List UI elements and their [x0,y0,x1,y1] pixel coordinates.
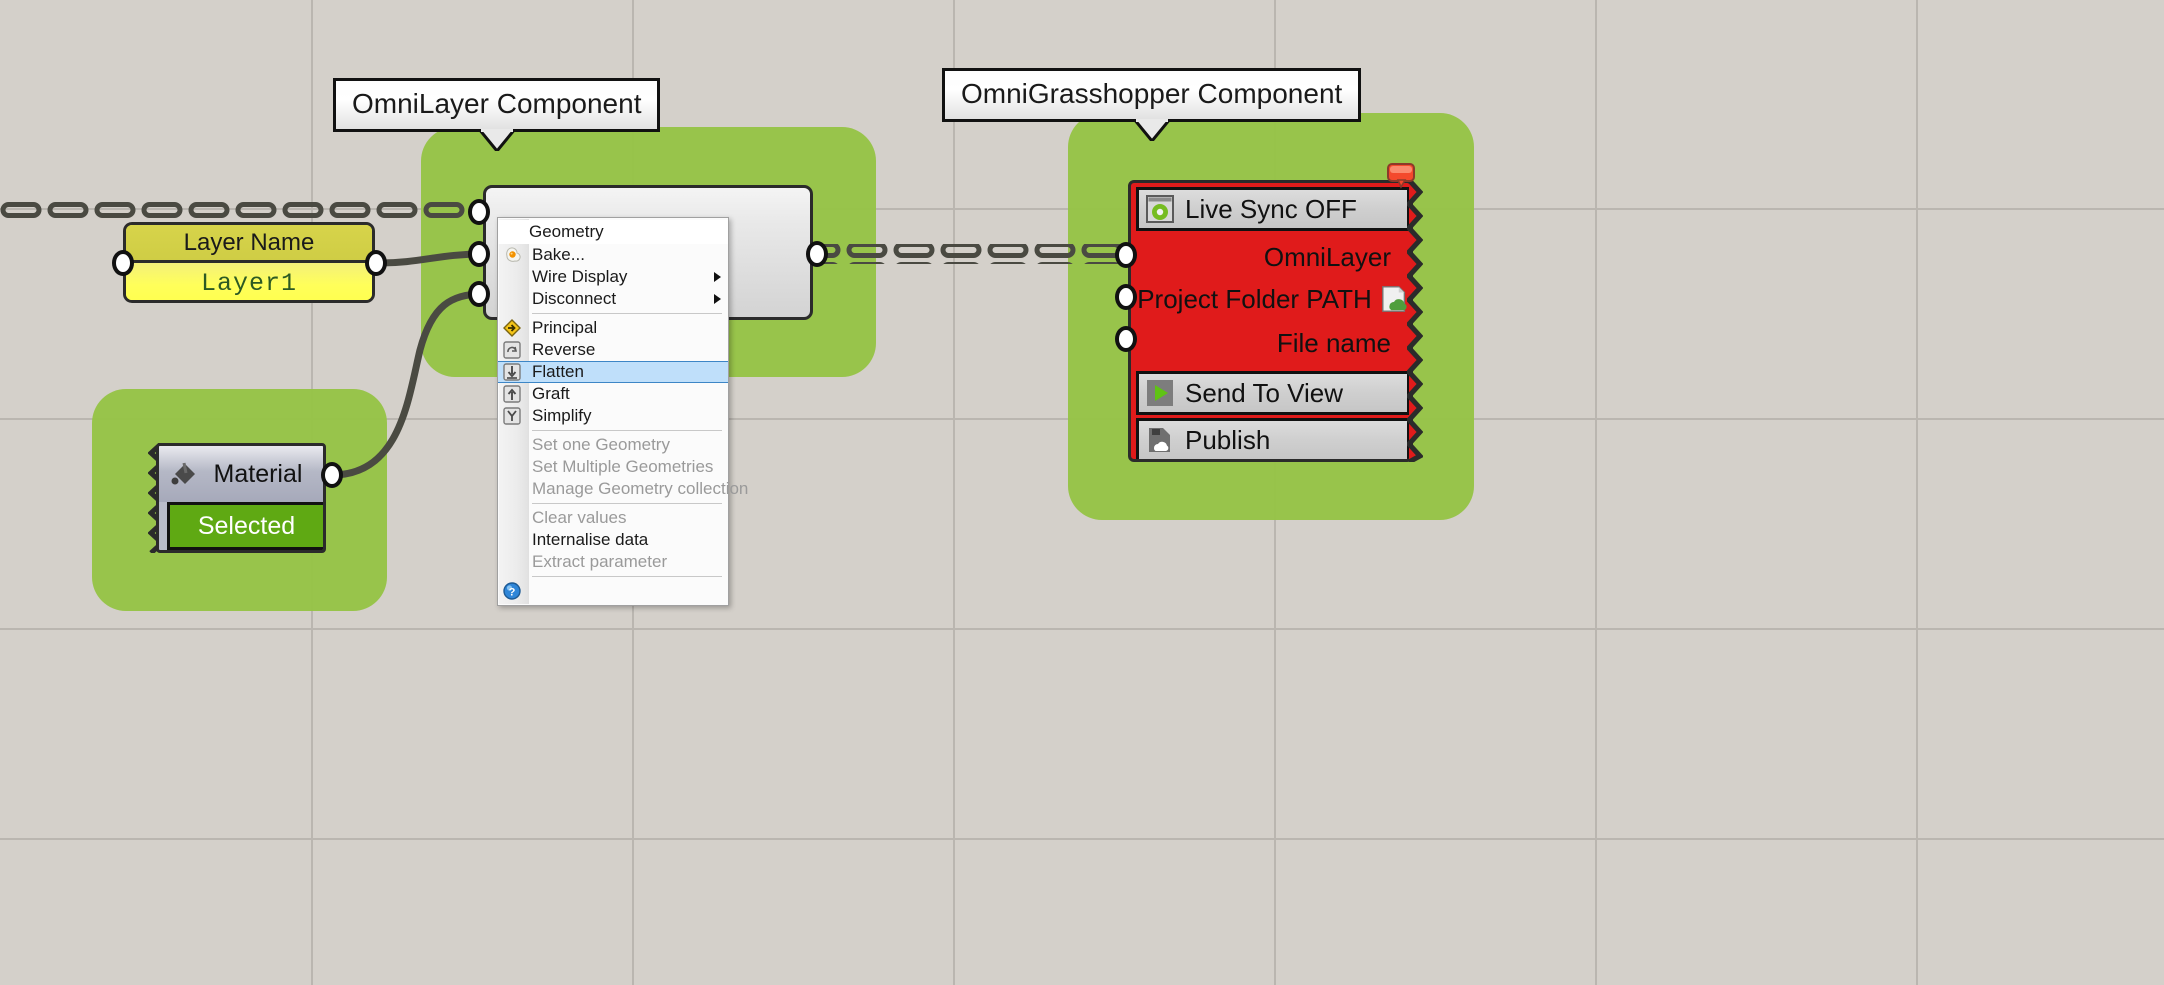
port-layer-name-input[interactable] [112,250,134,276]
port-omnilayer-input-layer[interactable] [468,241,490,267]
menu-item-manage-geometry-collection: Manage Geometry collection [498,478,748,500]
node-material-wrapper: Material Selected [148,443,326,553]
play-icon [1145,378,1175,408]
ogh-row-filename-label: File name [1276,327,1391,358]
menu-item-extract-parameter-label: Extract parameter [532,552,668,571]
live-sync-toggle-icon [1145,194,1175,224]
material-title: Material [213,459,303,488]
menu-item-bake-label: Bake... [532,245,585,264]
material-value[interactable]: Selected [167,502,323,550]
menu-item-flatten[interactable]: Flatten [498,361,728,383]
port-layer-name-output[interactable] [365,250,387,276]
ogh-row-project-folder-path: Project Folder PATH [1131,279,1410,319]
menu-item-graft[interactable]: Graft [498,383,728,405]
layer-name-value[interactable]: Layer1 [126,263,372,300]
menu-item-help[interactable]: ? [498,580,728,602]
simplify-icon [501,405,523,427]
callout-omnigrasshopper-tail [1133,119,1170,142]
menu-item-disconnect[interactable]: Disconnect [498,288,728,310]
menu-item-reverse[interactable]: Reverse [498,339,728,361]
menu-item-internalise-data-label: Internalise data [532,530,649,549]
menu-item-internalise-data[interactable]: Internalise data [498,529,728,551]
wire-dashed-left [0,202,490,222]
menu-item-principal-label: Principal [532,318,598,337]
menu-item-wire-display-label: Wire Display [532,267,628,286]
node-omnigrasshopper-wrapper: Live Sync OFF OmniLayer Project Folder P… [1128,163,1423,462]
menu-item-disconnect-label: Disconnect [532,289,617,308]
menu-item-set-multiple-geometries-label: Set Multiple Geometries [532,457,714,476]
ogh-row-path-label: Project Folder PATH [1137,283,1372,314]
material-header: Material [159,446,323,502]
graft-up-arrow-icon [501,383,523,405]
menu-item-set-multiple-geometries: Set Multiple Geometries [498,456,728,478]
publish-button[interactable]: Publish [1136,418,1410,459]
port-omnilayer-input-geometry[interactable] [468,199,490,225]
menu-item-set-one-geometry-label: Set one Geometry [532,435,670,454]
svg-text:?: ? [509,587,516,599]
callout-omnilayer: OmniLayer Component [333,78,661,152]
port-ogh-input-path[interactable] [1115,284,1137,310]
context-menu-header: Geometry [498,220,728,244]
port-omnilayer-input-material[interactable] [468,281,490,307]
reverse-icon [501,339,523,361]
ogh-row-omnilayer-label: OmniLayer [1263,241,1391,272]
menu-item-clear-values-label: Clear values [532,508,627,527]
node-omnigrasshopper[interactable]: Live Sync OFF OmniLayer Project Folder P… [1128,180,1413,462]
cloud-folder-icon[interactable] [1380,284,1410,314]
chevron-right-icon [714,294,721,304]
menu-separator [532,313,722,314]
menu-item-clear-values: Clear values [498,507,728,529]
menu-item-simplify-label: Simplify [532,406,592,425]
help-icon: ? [501,580,523,602]
material-paint-icon [169,459,199,489]
menu-item-reverse-label: Reverse [532,340,596,359]
publish-label: Publish [1185,424,1271,455]
error-balloon-icon[interactable] [1386,163,1416,189]
node-material[interactable]: Material Selected [156,443,326,553]
send-to-view-label: Send To View [1185,377,1344,408]
menu-item-set-one-geometry: Set one Geometry [498,434,728,456]
callout-omnigrasshopper-label: OmniGrasshopper Component [961,78,1343,109]
port-ogh-input-omnilayer[interactable] [1115,242,1137,268]
menu-item-principal[interactable]: Principal [498,317,728,339]
menu-item-wire-display[interactable]: Wire Display [498,266,728,288]
send-to-view-button[interactable]: Send To View [1136,371,1410,415]
publish-cloud-icon [1145,425,1175,455]
callout-omnilayer-tail [478,129,515,152]
omnigrasshopper-zigzag-edge [1407,180,1423,462]
live-sync-button[interactable]: Live Sync OFF [1136,187,1410,231]
bake-egg-icon [501,244,523,266]
menu-separator [532,430,722,431]
menu-item-manage-geometry-collection-label: Manage Geometry collection [532,479,749,498]
menu-item-simplify[interactable]: Simplify [498,405,728,427]
menu-item-bake[interactable]: Bake... [498,244,728,266]
context-menu[interactable]: Geometry Bake... Wire Display Disconnect [497,217,748,606]
menu-item-extract-parameter: Extract parameter [498,551,728,573]
node-layer-name[interactable]: Layer Name Layer1 [123,222,375,303]
port-material-output[interactable] [321,462,343,488]
flatten-down-arrow-icon [501,361,523,383]
menu-item-graft-label: Graft [532,384,570,403]
ogh-row-omnilayer: OmniLayer [1131,237,1410,277]
callout-omnigrasshopper: OmniGrasshopper Component [942,68,1362,142]
menu-item-flatten-label: Flatten [532,362,584,381]
chevron-right-icon [714,272,721,282]
ogh-row-file-name: File name [1131,323,1410,363]
port-omnilayer-output[interactable] [806,241,828,267]
port-ogh-input-filename[interactable] [1115,326,1137,352]
layer-name-title: Layer Name [126,225,372,263]
menu-separator [532,503,722,504]
principal-diamond-icon [501,317,523,339]
context-menu-header-label: Geometry [529,222,604,241]
callout-omnilayer-label: OmniLayer Component [352,88,642,119]
grasshopper-canvas[interactable]: Layer Name Layer1 Material Selected Live… [0,0,2164,985]
menu-separator [532,576,722,577]
live-sync-label: Live Sync OFF [1185,193,1357,224]
